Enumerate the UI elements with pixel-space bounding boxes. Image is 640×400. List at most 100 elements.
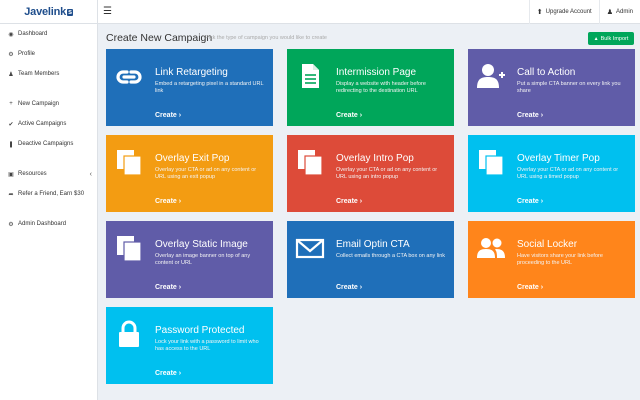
create-link[interactable]: Create ›: [155, 284, 181, 291]
create-link[interactable]: Create ›: [336, 198, 362, 205]
upgrade-account-link[interactable]: ⬆ Upgrade Account: [528, 0, 599, 24]
settings-icon: ⚙: [8, 221, 14, 228]
create-label: Create: [155, 370, 177, 377]
chevron-right-icon: ›: [359, 112, 363, 119]
chevron-right-icon: ›: [359, 198, 363, 205]
card-description: Put a simple CTA banner on every link yo…: [517, 81, 621, 94]
chevron-right-icon: ›: [540, 112, 544, 119]
create-link[interactable]: Create ›: [336, 112, 362, 119]
campaign-card-social-locker[interactable]: Social Locker Have visitors share your l…: [468, 221, 635, 298]
sidebar-item-team-members[interactable]: ♟ Team Members: [0, 66, 98, 82]
create-label: Create: [155, 198, 177, 205]
page-title: Create New Campaign: [106, 32, 213, 44]
folder-icon: ▣: [8, 171, 14, 178]
admin-user-menu[interactable]: ♟ Admin: [598, 0, 640, 24]
card-title: Password Protected: [155, 325, 245, 336]
create-label: Create: [517, 198, 539, 205]
logo-area[interactable]: Javelink s: [0, 0, 98, 24]
page-subtitle: Pick the type of campaign you would like…: [205, 35, 327, 41]
pause-icon: ❚: [8, 141, 14, 148]
sidebar-item-label: Active Campaigns: [18, 121, 67, 127]
sidebar-item-dashboard[interactable]: ◉ Dashboard: [0, 26, 98, 42]
card-description: Lock your link with a password to limit …: [155, 339, 259, 352]
campaign-card-link-retargeting[interactable]: Link Retargeting Embed a retargeting pix…: [106, 49, 273, 126]
top-navbar: Javelink s ☰ ⬆ Upgrade Account ♟ Admin: [0, 0, 640, 24]
create-link[interactable]: Create ›: [517, 198, 543, 205]
create-link[interactable]: Create ›: [155, 198, 181, 205]
campaign-card-call-to-action[interactable]: Call to Action Put a simple CTA banner o…: [468, 49, 635, 126]
card-title: Social Locker: [517, 239, 578, 250]
sidebar-item-active-campaigns[interactable]: ✔ Active Campaigns: [0, 116, 98, 132]
create-label: Create: [155, 284, 177, 291]
create-label: Create: [155, 112, 177, 119]
card-description: Collect emails through a CTA box on any …: [336, 253, 446, 259]
envelope-icon: [295, 238, 325, 259]
card-description: Overlay your CTA or ad on any content or…: [155, 167, 257, 180]
sidebar-item-admin-dashboard[interactable]: ⚙ Admin Dashboard: [0, 216, 98, 232]
app-logo[interactable]: Javelink s: [24, 6, 73, 18]
sidebar: ◉ Dashboard ⚙ Profile ♟ Team Members + N…: [0, 24, 98, 400]
logo-text: Javelink: [24, 6, 67, 18]
card-title: Overlay Static Image: [155, 239, 248, 250]
campaign-card-email-optin-cta[interactable]: Email Optin CTA Collect emails through a…: [287, 221, 454, 298]
chevron-right-icon: ›: [178, 112, 182, 119]
sidebar-item-deactive-campaigns[interactable]: ❚ Deactive Campaigns: [0, 136, 98, 152]
create-link[interactable]: Create ›: [155, 112, 181, 119]
sidebar-item-label: Team Members: [18, 71, 60, 77]
bulk-import-label: Bulk Import: [600, 35, 629, 42]
user-icon: ♟: [8, 71, 14, 78]
sidebar-item-label: Admin Dashboard: [18, 221, 67, 227]
copy-icon: [117, 150, 142, 176]
card-description: Embed a retargeting pixel in a standard …: [155, 81, 264, 94]
hamburger-icon[interactable]: ☰: [103, 6, 112, 18]
create-link[interactable]: Create ›: [517, 112, 543, 119]
chevron-right-icon: ›: [178, 198, 182, 205]
card-description: Overlay an image banner on top of any co…: [155, 253, 251, 266]
upgrade-arrow-icon: ⬆: [536, 9, 543, 16]
card-title: Overlay Exit Pop: [155, 153, 230, 164]
card-description: Overlay your CTA or ad on any content or…: [336, 167, 438, 180]
chain-link-icon: [116, 70, 142, 84]
sidebar-item-label: Resources: [18, 171, 47, 177]
admin-label: Admin: [615, 9, 633, 15]
lock-icon: [119, 320, 139, 347]
sidebar-item-resources[interactable]: ▣ Resources ‹: [0, 166, 98, 182]
card-description: Overlay your CTA or ad on any content or…: [517, 167, 619, 180]
sidebar-item-refer-a-friend[interactable]: ➦ Refer a Friend, Earn $30: [0, 186, 98, 202]
create-link[interactable]: Create ›: [517, 284, 543, 291]
card-title: Call to Action: [517, 67, 576, 78]
card-title: Overlay Timer Pop: [517, 153, 600, 164]
bulk-import-button[interactable]: ▲ Bulk Import: [588, 32, 634, 45]
check-icon: ✔: [8, 121, 14, 128]
plus-icon: +: [9, 101, 13, 107]
campaign-card-overlay-timer-pop[interactable]: Overlay Timer Pop Overlay your CTA or ad…: [468, 135, 635, 212]
gear-icon: ⚙: [8, 51, 14, 58]
card-description: Have visitors share your link before pro…: [517, 253, 603, 266]
upgrade-label: Upgrade Account: [545, 9, 592, 15]
campaign-card-intermission-page[interactable]: Intermission Page Display a website with…: [287, 49, 454, 126]
create-link[interactable]: Create ›: [155, 370, 181, 377]
chevron-right-icon: ›: [178, 370, 182, 377]
create-link[interactable]: Create ›: [336, 284, 362, 291]
card-title: Link Retargeting: [155, 67, 228, 78]
logo-badge: s: [67, 9, 73, 16]
sidebar-item-label: Refer a Friend, Earn $30: [18, 191, 85, 197]
sidebar-item-label: Dashboard: [18, 31, 48, 37]
campaign-card-overlay-exit-pop[interactable]: Overlay Exit Pop Overlay your CTA or ad …: [106, 135, 273, 212]
chevron-left-icon[interactable]: ‹: [90, 171, 92, 178]
card-title: Intermission Page: [336, 67, 417, 78]
campaign-card-overlay-static-image[interactable]: Overlay Static Image Overlay an image ba…: [106, 221, 273, 298]
document-icon: [302, 64, 319, 88]
share-icon: ➦: [8, 191, 14, 198]
sidebar-item-profile[interactable]: ⚙ Profile: [0, 46, 98, 62]
user-icon: ♟: [606, 9, 613, 16]
chevron-right-icon: ›: [359, 284, 363, 291]
dashboard-icon: ◉: [8, 31, 14, 38]
create-label: Create: [336, 112, 358, 119]
campaign-card-password-protected[interactable]: Password Protected Lock your link with a…: [106, 307, 273, 384]
chevron-right-icon: ›: [178, 284, 182, 291]
sidebar-item-new-campaign[interactable]: + New Campaign: [0, 96, 98, 112]
chevron-right-icon: ›: [540, 198, 544, 205]
campaign-card-overlay-intro-pop[interactable]: Overlay Intro Pop Overlay your CTA or ad…: [287, 135, 454, 212]
copy-icon: [298, 150, 323, 176]
